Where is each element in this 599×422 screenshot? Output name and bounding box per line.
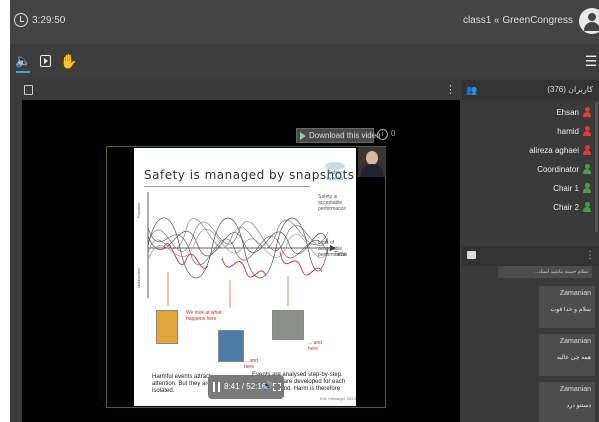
user-name: Ehsan bbox=[556, 108, 579, 117]
slide-photo-investigation bbox=[218, 330, 244, 362]
chat-options-icon[interactable]: ⋮ bbox=[585, 250, 595, 261]
info-icon[interactable]: i bbox=[377, 129, 388, 140]
user-name: Chair 1 bbox=[553, 184, 579, 193]
users-icon: 👥 bbox=[466, 85, 478, 95]
webinar-app: 3:29:50 class1 « GreenCongress 🔈 ✋ ☰ ⋮ D… bbox=[10, 0, 599, 422]
panel-icon bbox=[24, 85, 33, 95]
video-area[interactable]: Download this video i 0 Safety is manage… bbox=[22, 100, 460, 422]
user-row[interactable]: Coordinator bbox=[462, 161, 599, 179]
presenter-head bbox=[366, 151, 378, 165]
users-header: 👥 کاربران (376) bbox=[462, 80, 599, 100]
user-avatar[interactable] bbox=[579, 8, 599, 34]
playback-time: 8:41 / 52:16 bbox=[224, 382, 267, 391]
slide-note-and-here-2: ... and here bbox=[308, 340, 322, 352]
raise-hand-icon[interactable]: ✋ bbox=[60, 53, 77, 69]
user-name: hamid bbox=[557, 127, 579, 136]
chat-message: Zamanian همه چی عالیه bbox=[539, 334, 595, 376]
svg-text:Malfunction: Malfunction bbox=[136, 268, 141, 288]
chat-sender: Zamanian bbox=[559, 338, 591, 345]
user-icon bbox=[583, 202, 591, 213]
toolbar: 🔈 ✋ ☰ bbox=[10, 44, 599, 78]
chat-panel: ⋮ ...سلام خسته نباشید استاد Zamanian سلام… bbox=[462, 246, 599, 422]
user-name: alireza aghaei bbox=[529, 146, 579, 155]
chat-sender: Zamanian bbox=[559, 290, 591, 297]
video-panel: ⋮ Download this video i 0 Safety is mana… bbox=[22, 80, 460, 422]
user-name: Chair 2 bbox=[553, 203, 579, 212]
class-title: class1 « GreenCongress bbox=[462, 15, 573, 26]
user-row[interactable]: Chair 2 bbox=[462, 199, 599, 217]
download-video-button[interactable]: Download this video bbox=[296, 128, 381, 143]
chat-message-partial: ...سلام خسته نباشید استاد bbox=[498, 266, 592, 278]
panel-options-icon[interactable]: ⋮ bbox=[445, 83, 456, 96]
presenter-body bbox=[361, 164, 383, 177]
user-icon bbox=[583, 183, 591, 194]
fullscreen-icon[interactable] bbox=[273, 383, 281, 391]
chat-icon bbox=[467, 251, 476, 259]
user-icon bbox=[583, 107, 591, 118]
slide-photo-accident bbox=[156, 310, 178, 344]
download-count: 0 bbox=[391, 129, 396, 138]
user-name: Coordinator bbox=[537, 165, 579, 174]
users-scrollbar[interactable] bbox=[595, 102, 598, 232]
user-icon bbox=[583, 145, 591, 156]
pause-icon[interactable] bbox=[213, 382, 220, 392]
chat-message: Zamanian سلام و خدا قوت bbox=[539, 286, 595, 328]
user-row[interactable]: hamid bbox=[462, 123, 599, 141]
clock-icon bbox=[14, 13, 28, 27]
download-label: Download this video bbox=[309, 131, 381, 140]
play-icon bbox=[300, 132, 306, 140]
presentation-slide: Safety is managed by snapshots Safety sy… bbox=[134, 148, 356, 406]
presenter-webcam bbox=[358, 147, 386, 177]
user-row[interactable]: alireza aghaei bbox=[462, 142, 599, 160]
slide-note-and-here-1: ... and here bbox=[244, 358, 258, 370]
slide-title-underline bbox=[144, 186, 310, 187]
slide-note-limit: Limit of acceptable performance bbox=[318, 240, 347, 258]
svg-text:Function: Function bbox=[136, 203, 141, 218]
chat-header: ⋮ bbox=[462, 246, 599, 266]
video-panel-header: ⋮ bbox=[22, 80, 460, 100]
chat-text: دستتو درد bbox=[566, 403, 591, 409]
menu-icon[interactable]: ☰ bbox=[583, 53, 599, 69]
slide-source: Erik Hollnagel, 2013 bbox=[320, 396, 356, 401]
users-panel: 👥 کاربران (376) Ehsan hamid alireza aghaei… bbox=[462, 80, 599, 242]
users-title: کاربران (376) bbox=[547, 85, 593, 94]
video-controls: 8:41 / 52:16 🔊 bbox=[208, 375, 284, 399]
chat-text: همه چی عالیه bbox=[556, 355, 591, 361]
video-frame: Safety is managed by snapshots Safety sy… bbox=[106, 146, 386, 408]
slide-note-look: We look at what happens here bbox=[186, 310, 222, 322]
active-tab-indicator bbox=[16, 71, 30, 73]
chat-sender: Zamanian bbox=[559, 386, 591, 393]
user-row[interactable]: Chair 1 bbox=[462, 180, 599, 198]
user-row[interactable]: Ehsan bbox=[462, 104, 599, 122]
chat-message: Zamanian دستتو درد bbox=[539, 382, 595, 422]
slide-photo-hospital bbox=[272, 310, 304, 340]
top-bar: 3:29:50 class1 « GreenCongress bbox=[10, 0, 599, 44]
volume-icon[interactable]: 🔊 bbox=[262, 381, 273, 392]
slide-logo: Safety synesis bbox=[322, 162, 348, 186]
session-timer: 3:29:50 bbox=[32, 15, 66, 26]
user-icon bbox=[583, 164, 591, 175]
speaker-icon[interactable]: 🔈 bbox=[15, 53, 31, 69]
user-icon bbox=[583, 126, 591, 137]
media-player-icon[interactable] bbox=[38, 53, 54, 69]
chat-text: سلام و خدا قوت bbox=[550, 307, 591, 313]
